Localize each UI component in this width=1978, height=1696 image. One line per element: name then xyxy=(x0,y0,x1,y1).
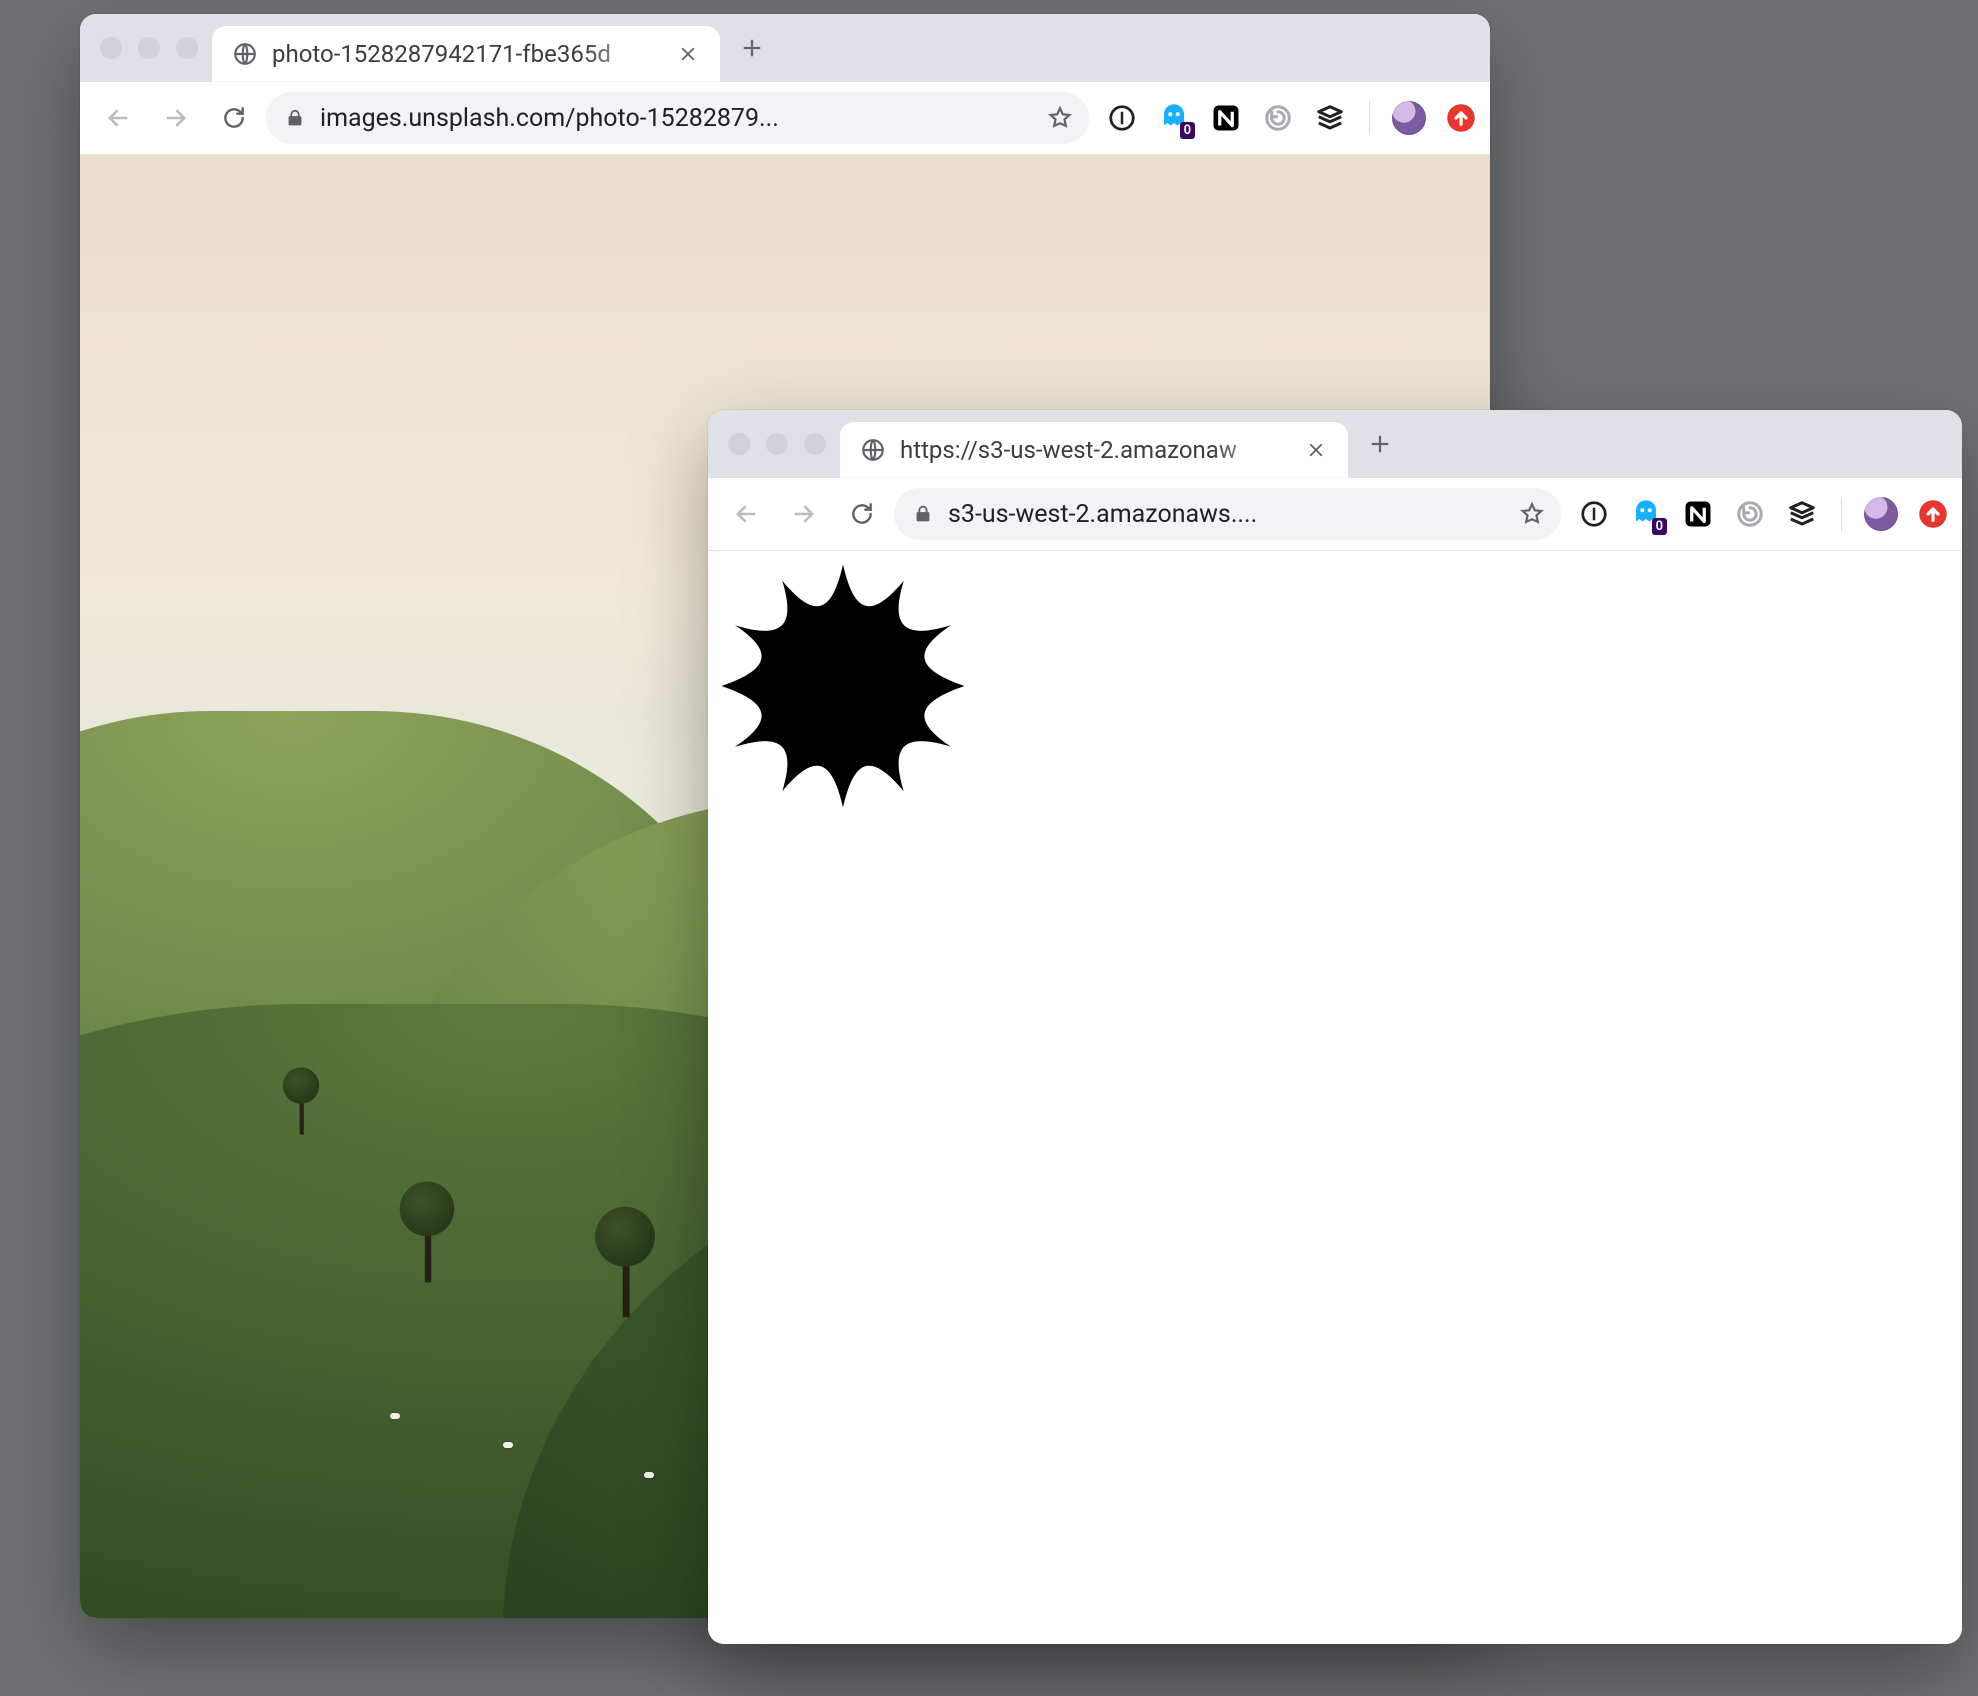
extension-buffer-icon[interactable] xyxy=(1313,101,1347,135)
reload-button[interactable] xyxy=(836,488,888,540)
extension-refresh-icon[interactable] xyxy=(1261,101,1295,135)
bookmark-star-icon[interactable] xyxy=(1047,105,1073,131)
window-controls xyxy=(92,37,208,59)
extension-notion-icon[interactable] xyxy=(1681,497,1715,531)
traffic-light-minimize[interactable] xyxy=(766,433,788,455)
traffic-light-zoom[interactable] xyxy=(176,37,198,59)
page-viewport xyxy=(708,551,1962,1644)
toolbar: s3-us-west-2.amazonaws.... 0 xyxy=(708,478,1962,551)
browser-tab[interactable]: photo-1528287942171-fbe365d xyxy=(212,26,720,82)
lock-icon xyxy=(284,107,306,129)
extension-notion-icon[interactable] xyxy=(1209,101,1243,135)
lock-icon xyxy=(912,503,934,525)
tab-title: photo-1528287942171-fbe365d xyxy=(272,40,660,68)
traffic-light-zoom[interactable] xyxy=(804,433,826,455)
url-text: s3-us-west-2.amazonaws.... xyxy=(948,500,1505,529)
tab-strip: https://s3-us-west-2.amazonaw xyxy=(708,410,1962,478)
url-text: images.unsplash.com/photo-15282879... xyxy=(320,104,1033,133)
extension-badge: 0 xyxy=(1652,518,1667,535)
sun-starburst-svg xyxy=(708,551,978,821)
forward-button[interactable] xyxy=(150,92,202,144)
browser-tab[interactable]: https://s3-us-west-2.amazonaw xyxy=(840,422,1348,478)
profile-avatar[interactable] xyxy=(1392,101,1426,135)
traffic-light-close[interactable] xyxy=(728,433,750,455)
extension-upload-icon[interactable] xyxy=(1916,497,1950,531)
extension-info-icon[interactable] xyxy=(1105,101,1139,135)
tab-title: https://s3-us-west-2.amazonaw xyxy=(900,436,1288,464)
extension-buffer-icon[interactable] xyxy=(1785,497,1819,531)
forward-button[interactable] xyxy=(778,488,830,540)
extension-upload-icon[interactable] xyxy=(1444,101,1478,135)
close-tab-icon[interactable] xyxy=(674,40,702,68)
extensions-row: 0 xyxy=(1567,497,1950,531)
globe-icon xyxy=(860,437,886,463)
extension-ghost-icon[interactable]: 0 xyxy=(1629,497,1663,531)
tab-strip: photo-1528287942171-fbe365d xyxy=(80,14,1490,82)
new-tab-button[interactable] xyxy=(1358,422,1402,466)
globe-icon xyxy=(232,41,258,67)
traffic-light-close[interactable] xyxy=(100,37,122,59)
extension-ghost-icon[interactable]: 0 xyxy=(1157,101,1191,135)
window-controls xyxy=(720,433,836,455)
toolbar-divider xyxy=(1369,101,1370,135)
reload-button[interactable] xyxy=(208,92,260,144)
back-button[interactable] xyxy=(92,92,144,144)
profile-avatar[interactable] xyxy=(1864,497,1898,531)
toolbar: images.unsplash.com/photo-15282879... 0 xyxy=(80,82,1490,155)
traffic-light-minimize[interactable] xyxy=(138,37,160,59)
close-tab-icon[interactable] xyxy=(1302,436,1330,464)
extension-badge: 0 xyxy=(1180,122,1195,139)
bookmark-star-icon[interactable] xyxy=(1519,501,1545,527)
address-bar[interactable]: images.unsplash.com/photo-15282879... xyxy=(266,92,1089,144)
browser-window-s3: https://s3-us-west-2.amazonaw s3-us-west… xyxy=(708,410,1962,1644)
back-button[interactable] xyxy=(720,488,772,540)
extension-refresh-icon[interactable] xyxy=(1733,497,1767,531)
extensions-row: 0 xyxy=(1095,101,1478,135)
new-tab-button[interactable] xyxy=(730,26,774,70)
address-bar[interactable]: s3-us-west-2.amazonaws.... xyxy=(894,488,1561,540)
extension-info-icon[interactable] xyxy=(1577,497,1611,531)
toolbar-divider xyxy=(1841,497,1842,531)
